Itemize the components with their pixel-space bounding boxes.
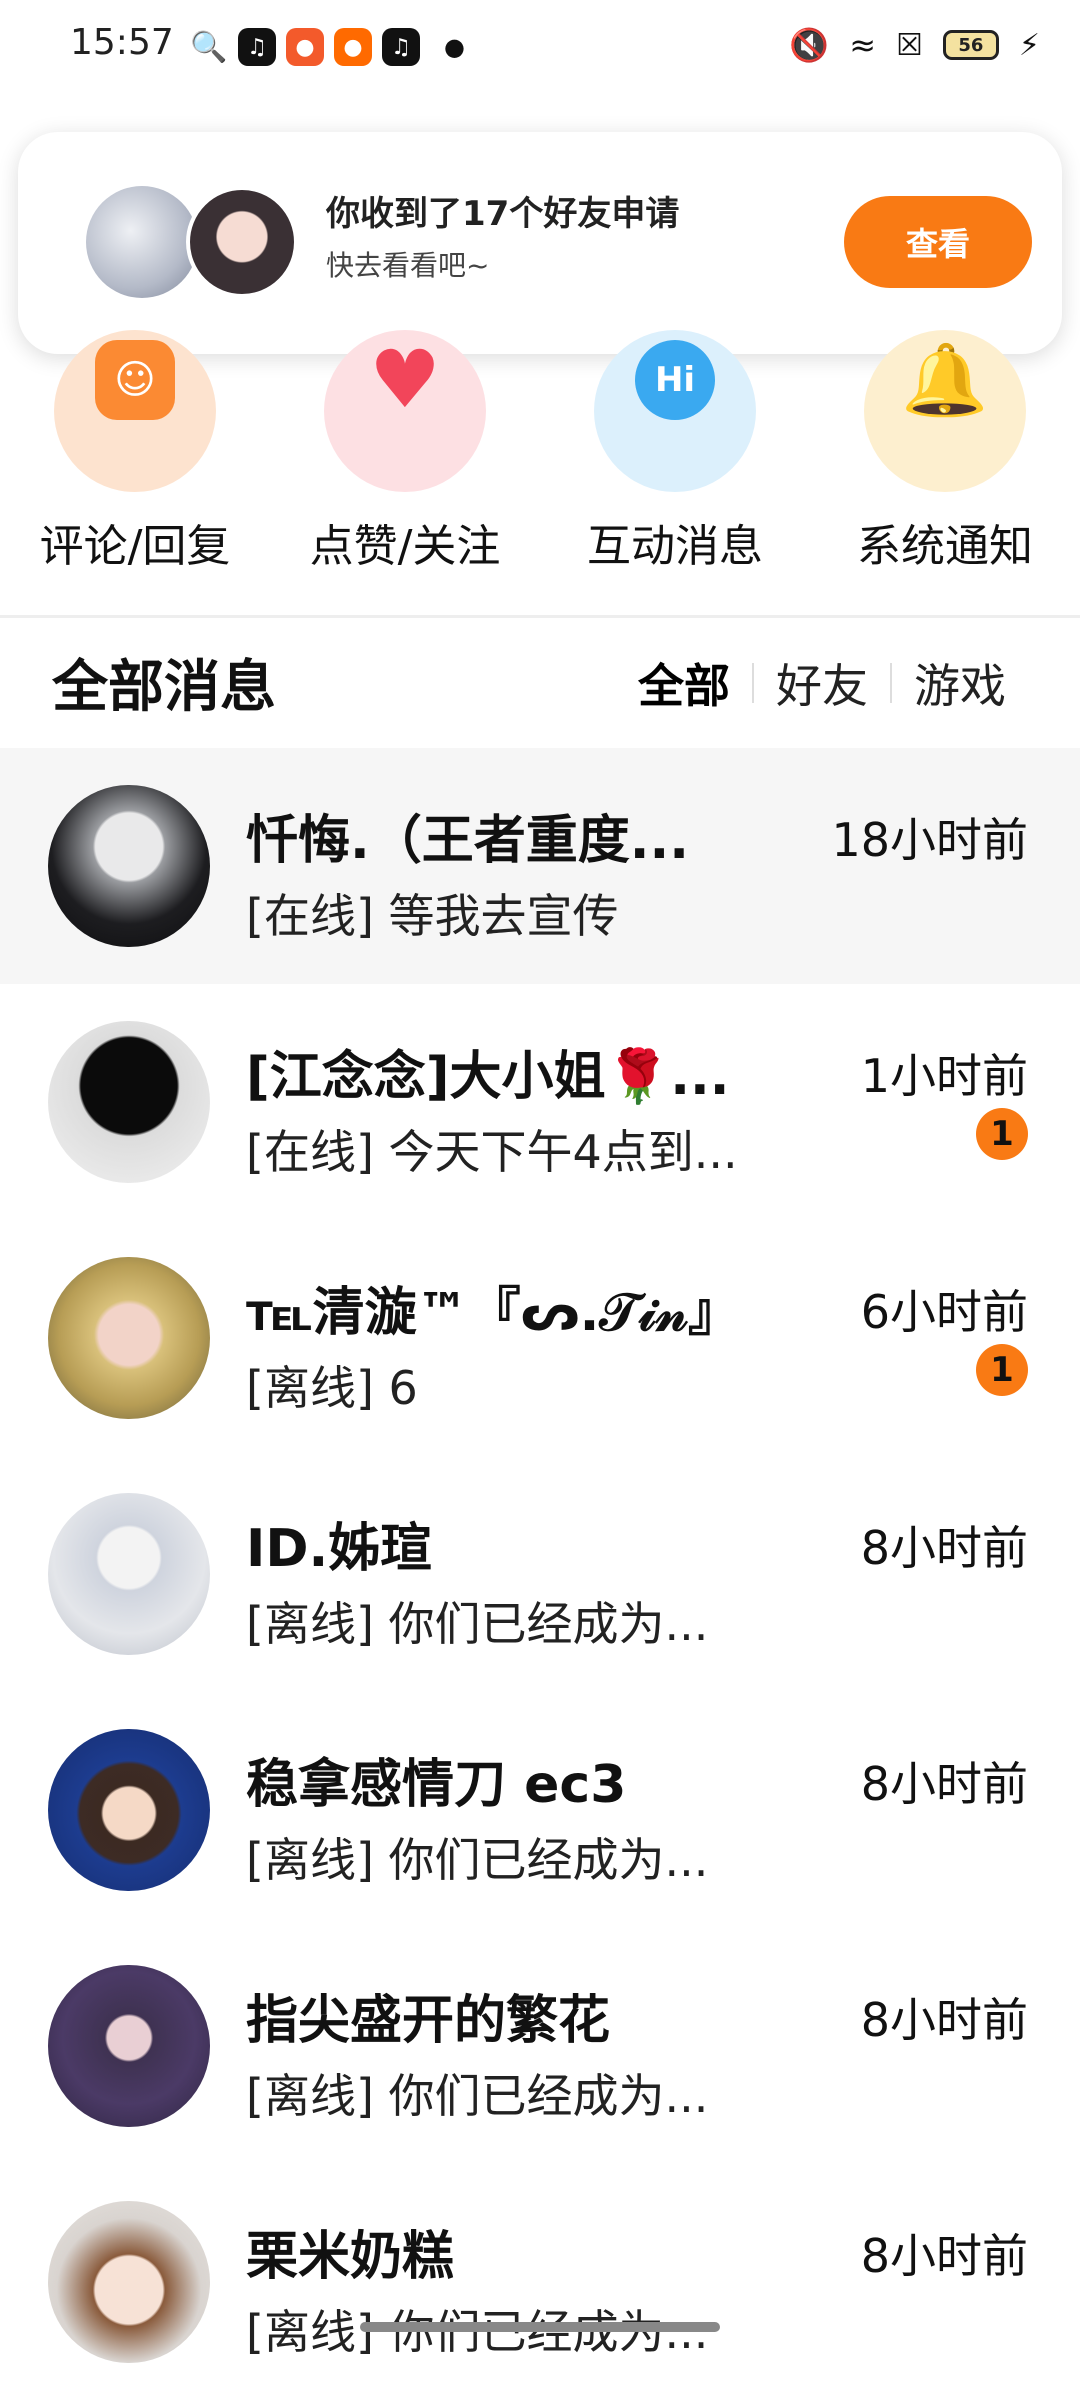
filter-tab-games[interactable]: 游戏 xyxy=(892,650,1028,716)
avatar xyxy=(48,785,210,947)
requester-avatars xyxy=(86,186,306,301)
avatar xyxy=(86,186,198,298)
message-time: 1小时前 xyxy=(860,1049,1028,1103)
list-item[interactable]: [江念念]大小姐🌹... [在线] 今天下午4点到... 1小时前 1 xyxy=(0,984,1080,1220)
mute-icon: 🔇 xyxy=(789,26,830,64)
wifi-icon: ≈ xyxy=(849,26,877,64)
category-icon-bg: 🔔 xyxy=(864,330,1026,492)
message-preview: [离线] 你们已经成为... xyxy=(246,1833,709,1887)
message-preview: [离线] 6 xyxy=(246,1361,418,1415)
list-item[interactable]: 忏悔.（王者重度... [在线] 等我去宣传 18小时前 xyxy=(0,748,1080,984)
category-label: 点赞/关注 xyxy=(309,521,501,572)
unread-badge: 1 xyxy=(976,1108,1028,1160)
dot-icon: ● xyxy=(444,33,465,61)
contact-name: 忏悔.（王者重度... xyxy=(246,811,690,871)
view-requests-button[interactable]: 查看 xyxy=(844,196,1032,288)
category-label: 系统通知 xyxy=(857,521,1033,572)
message-preview: [在线] 今天下午4点到... xyxy=(246,1125,738,1179)
category-likes[interactable]: ♥ 点赞/关注 xyxy=(270,330,540,574)
friend-request-banner[interactable]: 你收到了17个好友申请 快去看看吧~ 查看 xyxy=(18,132,1062,354)
sim-off-icon: ☒ xyxy=(896,27,923,63)
message-list: 忏悔.（王者重度... [在线] 等我去宣传 18小时前 [江念念]大小姐🌹..… xyxy=(0,748,1080,2400)
avatar xyxy=(186,186,298,298)
status-bar: 15:57 🔍 ♫ ● ● ♫ ● 🔇 ≈ ☒ 56 ⚡ xyxy=(0,0,1080,96)
category-label: 评论/回复 xyxy=(39,521,231,572)
message-filter-tabs: 全部 好友 游戏 xyxy=(616,650,1028,716)
category-interactions[interactable]: Hi 互动消息 xyxy=(540,330,810,574)
message-time: 6小时前 xyxy=(860,1285,1028,1339)
status-time: 15:57 xyxy=(70,22,174,63)
avatar xyxy=(48,1729,210,1891)
battery-icon: 56 xyxy=(942,30,999,60)
contact-name: [江念念]大小姐🌹... xyxy=(246,1047,730,1107)
unread-badge: 1 xyxy=(976,1344,1028,1396)
avatar xyxy=(48,1493,210,1655)
message-time: 8小时前 xyxy=(860,2229,1028,2283)
contact-name: ID.姊瑄 xyxy=(246,1519,433,1579)
status-indicators: 🔇 ≈ ☒ 56 ⚡ xyxy=(789,26,1040,64)
list-item[interactable]: 稳拿感情刀 ec3 [离线] 你们已经成为... 8小时前 xyxy=(0,1692,1080,1928)
charging-icon: ⚡ xyxy=(1018,27,1040,63)
contact-name: 指尖盛开的繁花 xyxy=(246,1991,611,2051)
category-comments[interactable]: ☺ 评论/回复 xyxy=(0,330,270,574)
category-row: ☺ 评论/回复 ♥ 点赞/关注 Hi 互动消息 🔔 系统通知 xyxy=(0,330,1080,572)
message-preview: [在线] 等我去宣传 xyxy=(246,889,619,943)
list-item[interactable]: ID.姊瑄 [离线] 你们已经成为... 8小时前 xyxy=(0,1456,1080,1692)
message-time: 8小时前 xyxy=(860,1993,1028,2047)
avatar xyxy=(48,1965,210,2127)
search-icon: 🔍 xyxy=(190,29,228,65)
category-icon-bg: Hi xyxy=(594,330,756,492)
tiktok-icon: ♫ xyxy=(238,28,276,66)
avatar xyxy=(48,1021,210,1183)
message-preview: [离线] 你们已经成为... xyxy=(246,2069,709,2123)
category-icon-bg: ☺ xyxy=(54,330,216,492)
category-label: 互动消息 xyxy=(587,521,763,572)
message-time: 8小时前 xyxy=(860,1757,1028,1811)
status-app-icons: 🔍 ♫ ● ● ♫ ● xyxy=(190,28,465,66)
list-item[interactable]: 指尖盛开的繁花 [离线] 你们已经成为... 8小时前 xyxy=(0,1928,1080,2164)
message-time: 18小时前 xyxy=(831,813,1028,867)
avatar xyxy=(48,2201,210,2363)
contact-name: ℡清漩™『ᔕ.𝒯𝒾𝓃』 xyxy=(246,1283,741,1343)
hi-bubble-icon: Hi xyxy=(635,340,715,420)
message-time: 8小时前 xyxy=(860,1521,1028,1575)
message-preview: [离线] 你们已经成为... xyxy=(246,1597,709,1651)
contact-name: 稳拿感情刀 ec3 xyxy=(246,1755,627,1815)
app-red-icon: ● xyxy=(286,28,324,66)
list-item[interactable]: ℡清漩™『ᔕ.𝒯𝒾𝓃』 [离线] 6 6小时前 1 xyxy=(0,1220,1080,1456)
comment-smile-icon: ☺ xyxy=(95,340,175,420)
notice-subtitle: 快去看看吧~ xyxy=(326,249,490,282)
filter-tab-friends[interactable]: 好友 xyxy=(754,650,890,716)
tiktok-icon: ♫ xyxy=(382,28,420,66)
app-orange-icon: ● xyxy=(334,28,372,66)
avatar xyxy=(48,1257,210,1419)
section-title: 全部消息 xyxy=(52,655,276,720)
home-indicator[interactable] xyxy=(360,2322,720,2332)
bell-icon: 🔔 xyxy=(901,338,989,421)
filter-tab-all[interactable]: 全部 xyxy=(616,650,752,716)
category-icon-bg: ♥ xyxy=(324,330,486,492)
notice-title: 你收到了17个好友申请 xyxy=(326,194,680,234)
divider xyxy=(0,615,1080,618)
contact-name: 栗米奶糕 xyxy=(246,2227,455,2287)
category-system[interactable]: 🔔 系统通知 xyxy=(810,330,1080,574)
list-item[interactable]: 栗米奶糕 [离线] 你们已经成为... 8小时前 xyxy=(0,2164,1080,2400)
heart-icon: ♥ xyxy=(369,333,441,426)
